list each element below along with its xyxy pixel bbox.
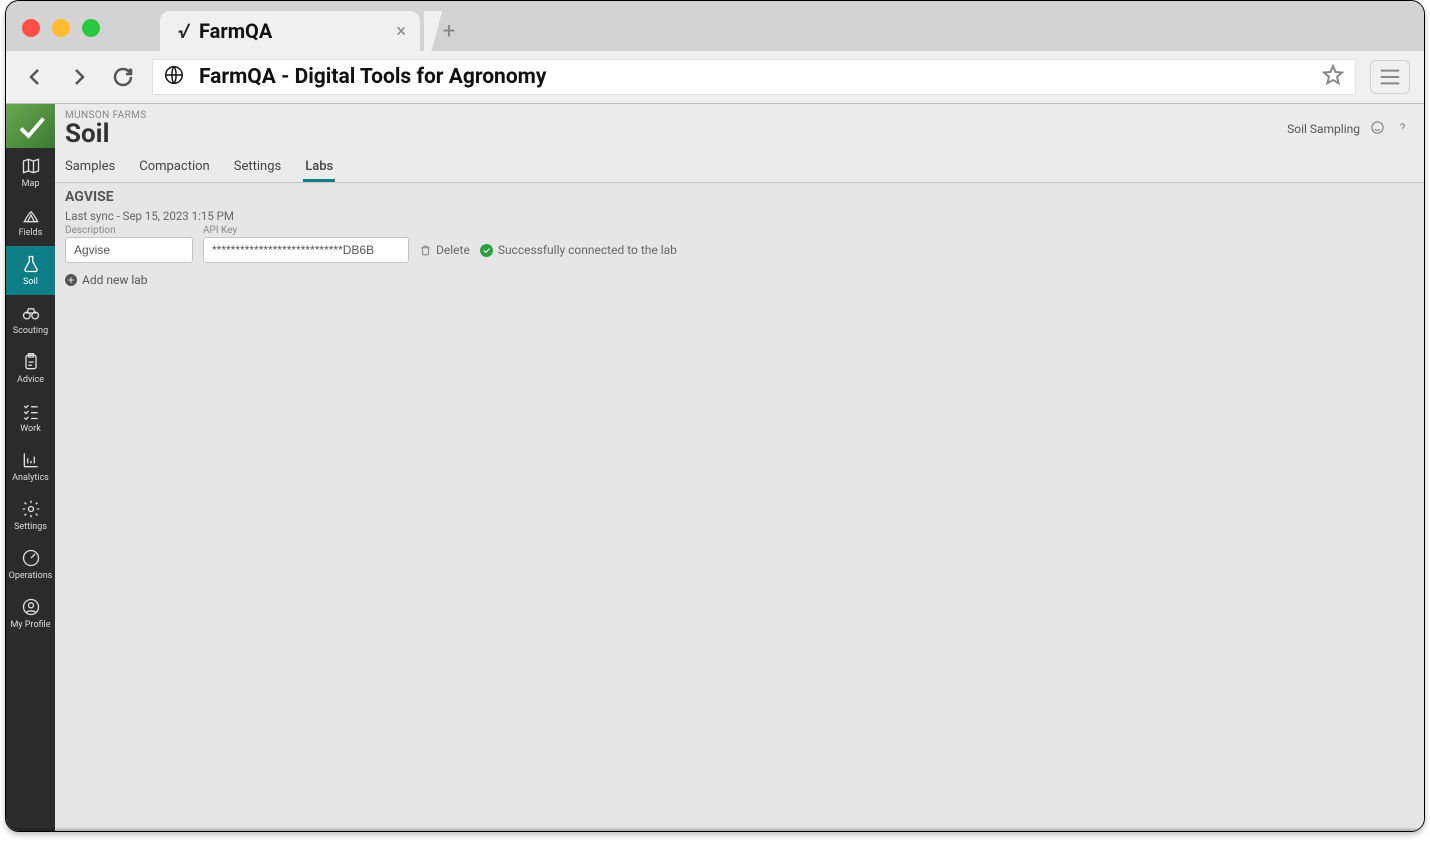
tab-samples[interactable]: Samples — [65, 155, 115, 182]
flask-icon — [21, 254, 41, 274]
reload-button[interactable] — [108, 62, 138, 92]
subtabs: Samples Compaction Settings Labs — [65, 155, 1414, 182]
sidebar-item-settings[interactable]: Settings — [6, 491, 55, 540]
header-right-label: Soil Sampling — [1287, 122, 1360, 136]
labs-content: AGVISE Last sync - Sep 15, 2023 1:15 PM … — [55, 183, 1424, 293]
sidebar-item-work[interactable]: Work — [6, 393, 55, 442]
window-close-button[interactable] — [22, 19, 40, 37]
gear-icon — [21, 499, 41, 519]
checklist-icon — [21, 401, 41, 421]
last-sync: Last sync - Sep 15, 2023 1:15 PM — [65, 209, 1414, 223]
sidebar-item-operations[interactable]: Operations — [6, 540, 55, 589]
sidebar-item-label: Scouting — [13, 326, 48, 336]
sidebar-item-label: Settings — [14, 522, 47, 532]
binoculars-icon — [21, 303, 41, 323]
lab-name: AGVISE — [65, 189, 1414, 205]
browser-tab-strip: √ FarmQA × + — [6, 1, 1424, 51]
main-content: MUNSON FARMS Soil Soil Sampling Samples … — [55, 104, 1424, 831]
connection-status: Successfully connected to the lab — [480, 237, 677, 263]
help-icon[interactable] — [1395, 120, 1410, 138]
tab-labs[interactable]: Labs — [305, 155, 333, 182]
sidebar-item-analytics[interactable]: Analytics — [6, 442, 55, 491]
plus-circle-icon: + — [65, 274, 77, 286]
map-icon — [21, 156, 41, 176]
bottom-shadow — [6, 827, 1424, 831]
gauge-icon — [21, 548, 41, 568]
sidebar-item-label: Operations — [9, 571, 53, 581]
window-controls — [22, 19, 100, 37]
sidebar-item-label: Work — [20, 424, 41, 434]
sidebar-item-label: Map — [22, 179, 40, 189]
browser-menu-button[interactable] — [1370, 60, 1410, 94]
profile-icon — [21, 597, 41, 617]
tab-settings[interactable]: Settings — [234, 155, 281, 182]
fields-icon — [21, 205, 41, 225]
tab-compaction[interactable]: Compaction — [139, 155, 209, 182]
back-button[interactable] — [20, 62, 50, 92]
url-text: FarmQA - Digital Tools for Agronomy — [199, 65, 546, 89]
browser-tab[interactable]: √ FarmQA × — [160, 11, 420, 51]
trash-icon — [419, 244, 432, 257]
sidebar-item-label: Fields — [19, 228, 43, 238]
apikey-label: API Key — [203, 225, 409, 236]
tab-favicon-icon: √ — [178, 19, 189, 43]
chart-icon — [21, 450, 41, 470]
description-label: Description — [65, 225, 193, 236]
page-header: MUNSON FARMS Soil Soil Sampling Samples … — [55, 104, 1424, 183]
tab-title: FarmQA — [199, 19, 272, 43]
page-title: Soil — [65, 119, 1414, 149]
sidebar-item-fields[interactable]: Fields — [6, 197, 55, 246]
status-text: Successfully connected to the lab — [498, 243, 677, 257]
delete-label: Delete — [436, 243, 470, 257]
sidebar-item-advice[interactable]: Advice — [6, 344, 55, 393]
app-area: Map Fields Soil Scouting Advice Work — [6, 104, 1424, 831]
new-tab-button[interactable]: + — [424, 11, 474, 51]
add-new-lab-label: Add new lab — [82, 273, 148, 287]
window-minimize-button[interactable] — [52, 19, 70, 37]
sidebar-item-profile[interactable]: My Profile — [6, 589, 55, 638]
delete-lab-button[interactable]: Delete — [419, 237, 470, 263]
sidebar: Map Fields Soil Scouting Advice Work — [6, 104, 55, 831]
sidebar-item-label: Soil — [23, 277, 38, 287]
description-input[interactable] — [65, 237, 193, 263]
success-check-icon — [480, 244, 493, 257]
url-bar[interactable]: FarmQA - Digital Tools for Agronomy — [152, 59, 1356, 95]
sidebar-item-label: Advice — [17, 375, 44, 385]
sidebar-item-map[interactable]: Map — [6, 148, 55, 197]
sidebar-item-label: My Profile — [10, 620, 50, 630]
sidebar-item-soil[interactable]: Soil — [6, 246, 55, 295]
add-new-lab-button[interactable]: + Add new lab — [65, 273, 1414, 287]
sidebar-item-scouting[interactable]: Scouting — [6, 295, 55, 344]
browser-toolbar: FarmQA - Digital Tools for Agronomy — [6, 51, 1424, 104]
tab-close-icon[interactable]: × — [396, 21, 406, 42]
window-maximize-button[interactable] — [82, 19, 100, 37]
app-logo[interactable] — [6, 104, 55, 148]
globe-icon — [163, 64, 185, 90]
smiley-icon[interactable] — [1370, 120, 1385, 138]
sidebar-item-label: Analytics — [12, 473, 49, 483]
bookmark-star-icon[interactable] — [1321, 63, 1345, 91]
forward-button[interactable] — [64, 62, 94, 92]
apikey-input[interactable] — [203, 237, 409, 263]
clipboard-icon — [21, 352, 41, 372]
